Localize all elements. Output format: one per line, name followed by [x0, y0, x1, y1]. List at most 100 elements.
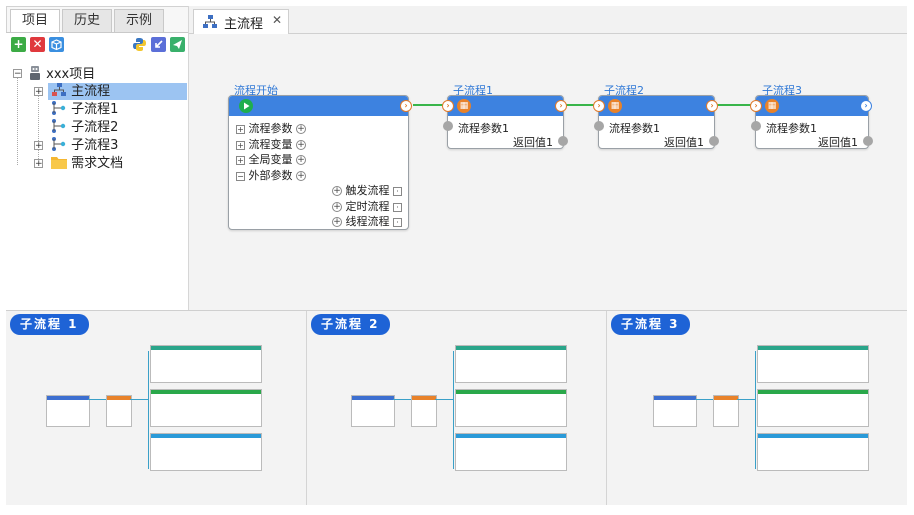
thumbnail-strip: 子流程 1 子流程 2 子流程 3: [6, 310, 907, 505]
mini-node: [46, 395, 90, 427]
mini-node: [757, 433, 869, 471]
row-label: 流程变量: [248, 138, 293, 151]
tab-history[interactable]: 历史: [62, 9, 112, 33]
tree-item-label: 需求文档: [71, 156, 124, 171]
row-label: 外部参数: [248, 169, 293, 182]
mini-diagram: [651, 345, 871, 475]
grid-icon: ▦: [765, 99, 779, 113]
return-label: 返回值1: [818, 136, 858, 149]
flow-canvas[interactable]: 流程开始 › + 流程参数 + + 流程变量 + + 全局变量 + − 外部参数…: [189, 34, 907, 310]
input-port[interactable]: ›: [593, 100, 605, 112]
project-tree-panel: + ✕ − xxx项目 + 主流程 子流程1 子流程2 + 子流程3 + 需求文…: [6, 32, 188, 311]
expand-toggle[interactable]: +: [34, 159, 43, 169]
param-port[interactable]: [751, 121, 761, 131]
tree-root[interactable]: xxx项目: [28, 65, 95, 82]
port-icon: ·: [393, 217, 402, 227]
expand-icon: +: [236, 124, 245, 134]
mini-node: [757, 345, 869, 383]
thumbnail-label: 子流程 1: [10, 314, 89, 335]
row-timer-flow[interactable]: + 定时流程 ·: [332, 198, 402, 214]
tree-item-subflow-1[interactable]: 子流程1: [48, 101, 118, 118]
tab-label: 主流程: [224, 17, 264, 32]
subflow-node-1[interactable]: ▦ › › 流程参数1 返回值1: [442, 95, 568, 149]
close-icon[interactable]: ✕: [272, 13, 282, 27]
connection-wire: [715, 104, 755, 106]
output-port[interactable]: ›: [860, 100, 872, 112]
thumbnail-subflow-3[interactable]: 子流程 3: [607, 311, 907, 505]
row-flow-params[interactable]: + 流程参数 +: [236, 120, 306, 136]
subflow-node-2[interactable]: ▦ › › 流程参数1 返回值1: [593, 95, 719, 149]
start-node[interactable]: › + 流程参数 + + 流程变量 + + 全局变量 + − 外部参数 + + …: [228, 95, 412, 230]
expand-toggle[interactable]: +: [34, 141, 43, 151]
port-icon: ·: [393, 202, 402, 212]
thumbnail-subflow-1[interactable]: 子流程 1: [6, 311, 307, 505]
row-label: 定时流程: [345, 200, 390, 213]
tab-examples[interactable]: 示例: [114, 9, 164, 33]
package-icon[interactable]: [49, 37, 64, 52]
subflow-node-3[interactable]: ▦ › › 流程参数1 返回值1: [750, 95, 873, 149]
return-port[interactable]: [709, 136, 719, 146]
row-global-vars[interactable]: + 全局变量 +: [236, 151, 306, 167]
thumbnail-label: 子流程 2: [311, 314, 390, 335]
tree-line: [38, 89, 39, 167]
param-label: 流程参数1: [458, 122, 509, 135]
subflow-icon: [51, 137, 67, 151]
row-external-params[interactable]: − 外部参数 +: [236, 167, 306, 183]
tree-item-label: 子流程2: [71, 120, 119, 135]
flow-icon: [202, 15, 218, 29]
row-label: 触发流程: [345, 184, 390, 197]
python-icon[interactable]: [132, 37, 147, 52]
return-port[interactable]: [863, 136, 873, 146]
output-port[interactable]: ›: [706, 100, 718, 112]
tree-item-docs[interactable]: 需求文档: [48, 155, 123, 172]
mini-node: [713, 395, 739, 427]
tree-item-subflow-2[interactable]: 子流程2: [48, 119, 118, 136]
add-icon[interactable]: +: [332, 186, 342, 196]
input-port[interactable]: ›: [750, 100, 762, 112]
delete-icon[interactable]: ✕: [30, 37, 45, 52]
add-icon[interactable]: +: [296, 140, 306, 150]
input-port[interactable]: ›: [442, 100, 454, 112]
expand-icon: +: [236, 140, 245, 150]
mini-node: [653, 395, 697, 427]
tab-main-flow[interactable]: 主流程 ✕: [193, 9, 289, 34]
import-icon[interactable]: [151, 37, 166, 52]
send-icon[interactable]: [170, 37, 185, 52]
add-icon[interactable]: +: [332, 202, 342, 212]
collapse-icon: −: [236, 171, 245, 181]
collapse-toggle[interactable]: −: [13, 69, 22, 79]
output-port[interactable]: ›: [555, 100, 567, 112]
robot-icon: [28, 65, 42, 81]
project-panel: 项目 历史 示例 + ✕ − xxx项目 + 主流程 子流程1 子流程2 + 子…: [6, 6, 189, 311]
add-icon[interactable]: +: [296, 171, 306, 181]
expand-icon: +: [236, 155, 245, 165]
tab-project[interactable]: 项目: [10, 9, 60, 34]
add-icon[interactable]: +: [11, 37, 26, 52]
add-icon[interactable]: +: [332, 217, 342, 227]
tree-item-subflow-3[interactable]: 子流程3: [48, 137, 118, 154]
tree-item-main-flow[interactable]: 主流程: [48, 83, 187, 100]
param-port[interactable]: [443, 121, 453, 131]
play-icon: [239, 99, 253, 113]
expand-toggle[interactable]: +: [34, 87, 43, 97]
mini-diagram: [44, 345, 264, 475]
output-port[interactable]: ›: [400, 100, 412, 112]
row-label: 全局变量: [248, 153, 293, 166]
thumbnail-label: 子流程 3: [611, 314, 690, 335]
thumbnail-subflow-2[interactable]: 子流程 2: [307, 311, 607, 505]
tree-line: [17, 75, 18, 165]
tree-item-label: 子流程3: [71, 138, 119, 153]
row-flow-vars[interactable]: + 流程变量 +: [236, 136, 306, 152]
tree-item-label: 子流程1: [71, 102, 119, 117]
add-icon[interactable]: +: [296, 155, 306, 165]
return-port[interactable]: [558, 136, 568, 146]
flow-icon: [51, 83, 67, 97]
row-label: 流程参数: [248, 122, 293, 135]
row-thread-flow[interactable]: + 线程流程 ·: [332, 213, 402, 229]
grid-icon: ▦: [457, 99, 471, 113]
row-trigger-flow[interactable]: + 触发流程 ·: [332, 182, 402, 198]
param-port[interactable]: [594, 121, 604, 131]
add-icon[interactable]: +: [296, 124, 306, 134]
return-label: 返回值1: [664, 136, 704, 149]
mini-node: [351, 395, 395, 427]
